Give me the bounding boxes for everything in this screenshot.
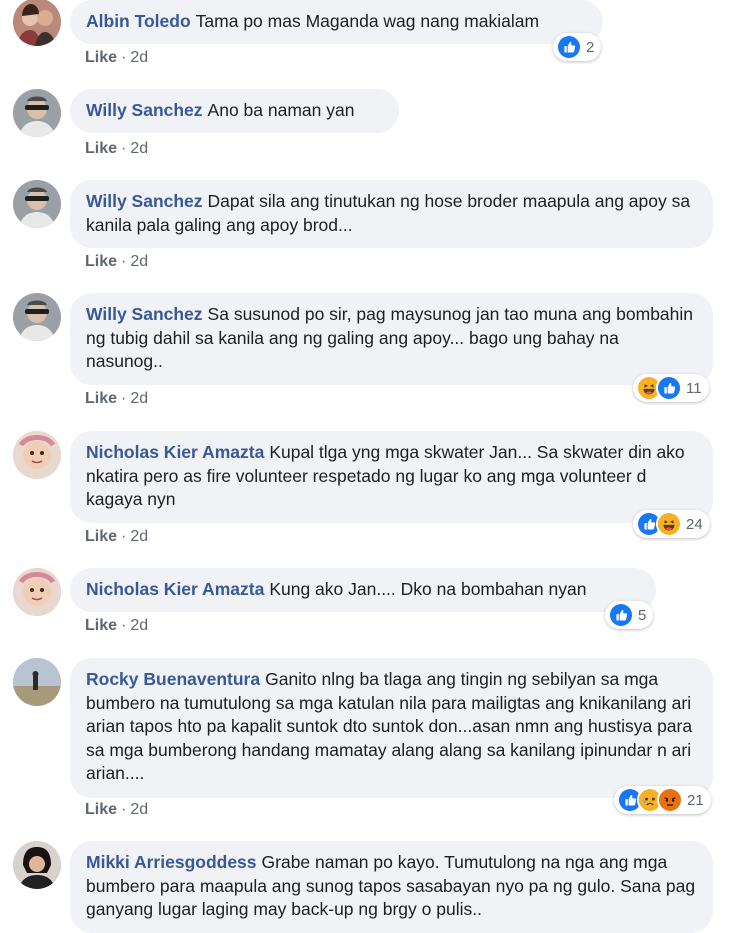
comment-timestamp[interactable]: 2d [130,49,148,66]
avatar[interactable] [13,568,61,616]
reaction-summary[interactable]: 11 [633,374,709,402]
comment-bubble: Nicholas Kier Amazta Kupal tlga yng mga s… [70,431,713,523]
comment-author[interactable]: Willy Sanchez [86,191,203,211]
comment-bubble: Albin Toledo Tama po mas Maganda wag nang… [70,0,603,44]
comment-bubble: Rocky Buenaventura Ganito nlng ba tlaga a… [70,658,713,798]
like-icon [556,34,582,60]
separator-dot: · [121,253,127,270]
like-link[interactable]: Like [85,140,117,157]
separator-dot: · [121,528,127,545]
angry-icon [657,787,683,813]
reaction-summary[interactable]: 24 [633,510,710,538]
comment-meta: Like · 2d [85,253,148,271]
like-link[interactable]: Like [85,617,117,634]
reaction-summary[interactable]: 5 [605,601,654,629]
comment-timestamp[interactable]: 2d [130,253,148,270]
comment-bubble: Willy Sanchez Ano ba naman yan [70,89,399,133]
reaction-count: 21 [687,791,704,809]
comment-author[interactable]: Albin Toledo [86,11,191,31]
separator-dot: · [121,390,127,407]
comment-meta: Like · 2d [85,390,148,408]
comment-timestamp[interactable]: 2d [130,140,148,157]
like-link[interactable]: Like [85,801,117,818]
reaction-summary[interactable]: 2 [553,33,602,61]
comment-bubble: Willy Sanchez Sa susunod po sir, pag mays… [70,293,713,385]
comment-timestamp[interactable]: 2d [130,528,148,545]
comment-author[interactable]: Mikki Arriesgoddess [86,852,257,872]
comment-text: Tama po mas Maganda wag nang makialam [195,11,540,31]
comment-meta: Like · 2d [85,528,148,546]
comment-author[interactable]: Nicholas Kier Amazta [86,442,264,462]
haha-icon [656,511,682,537]
like-link[interactable]: Like [85,253,117,270]
like-icon [656,375,682,401]
comment-author[interactable]: Willy Sanchez [86,304,203,324]
comment-meta: Like · 2d [85,617,148,635]
comment-timestamp[interactable]: 2d [130,617,148,634]
like-link[interactable]: Like [85,390,117,407]
separator-dot: · [121,140,127,157]
avatar[interactable] [13,293,61,341]
comment-bubble: Mikki Arriesgoddess Grabe naman po kayo. … [70,841,713,933]
comment-bubble: Nicholas Kier Amazta Kung ako Jan.... Dko… [70,568,656,612]
separator-dot: · [121,49,127,66]
comment-author[interactable]: Nicholas Kier Amazta [86,579,264,599]
comment-bubble: Willy Sanchez Dapat sila ang tinutukan ng… [70,180,713,248]
separator-dot: · [121,801,127,818]
like-icon [608,602,634,628]
reaction-count: 24 [686,515,703,533]
comment-meta: Like · 2d [85,801,148,819]
avatar[interactable] [13,431,61,479]
reaction-summary[interactable]: 21 [614,786,711,814]
comment-author[interactable]: Rocky Buenaventura [86,669,260,689]
avatar[interactable] [13,658,61,706]
like-link[interactable]: Like [85,49,117,66]
avatar[interactable] [13,0,61,46]
reaction-count: 2 [586,38,595,56]
avatar[interactable] [13,180,61,228]
comment-meta: Like · 2d [85,140,148,158]
separator-dot: · [121,617,127,634]
comment-text: Kung ako Jan.... Dko na bombahan nyan [269,579,587,599]
avatar[interactable] [13,841,61,889]
reaction-count: 11 [686,379,702,397]
avatar[interactable] [13,89,61,137]
reaction-count: 5 [638,606,647,624]
comment-timestamp[interactable]: 2d [130,801,148,818]
comment-meta: Like · 2d [85,49,148,67]
like-link[interactable]: Like [85,528,117,545]
comment-author[interactable]: Willy Sanchez [86,100,203,120]
comment-timestamp[interactable]: 2d [130,390,148,407]
comment-text: Ano ba naman yan [207,100,355,120]
